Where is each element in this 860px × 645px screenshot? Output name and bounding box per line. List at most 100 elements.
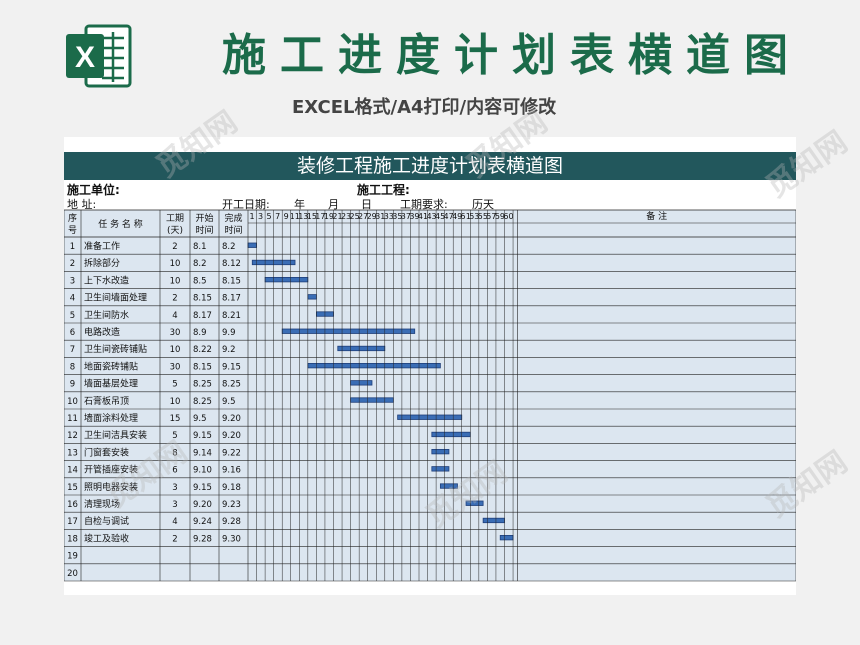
row-start: 8.25 — [193, 397, 212, 407]
gantt-bar — [397, 414, 463, 420]
row-duration: 2 — [172, 534, 177, 544]
row-end: 9.20 — [222, 414, 241, 424]
gantt-bar — [439, 483, 458, 489]
row-duration: 2 — [172, 242, 177, 252]
spreadsheet-preview: 装修工程施工进度计划表横道图 施工单位: 施工工程: 地 址: 开工日期: 年 … — [64, 137, 796, 595]
row-task-name: 门窗套安装 — [84, 446, 129, 458]
row-seq: 13 — [67, 448, 78, 458]
row-seq: 12 — [67, 431, 78, 441]
row-start: 9.10 — [193, 466, 212, 476]
row-duration: 6 — [172, 466, 177, 476]
day-tick-label: 5 — [267, 212, 272, 221]
row-task-name: 电路改造 — [84, 326, 120, 338]
row-start: 8.25 — [193, 380, 212, 390]
gantt-bar — [247, 242, 257, 248]
row-start: 8.1 — [193, 242, 207, 252]
row-task-name: 墙面基层处理 — [84, 378, 138, 390]
gantt-bar — [281, 328, 416, 334]
row-task-name: 准备工作 — [84, 240, 120, 252]
day-tick-label: 9 — [284, 212, 289, 221]
row-start: 9.20 — [193, 500, 212, 510]
row-end: 9.20 — [222, 431, 241, 441]
row-end: 9.28 — [222, 517, 241, 527]
row-start: 8.15 — [193, 294, 212, 304]
day-tick-label: 7 — [275, 212, 280, 221]
row-end: 9.23 — [222, 500, 241, 510]
gantt-bar — [307, 362, 441, 369]
row-duration: 10 — [170, 259, 181, 269]
row-seq: 1 — [70, 242, 75, 252]
col-header-start: 开始 — [195, 212, 213, 224]
gantt-bar — [337, 345, 386, 352]
row-task-name: 上下水改造 — [84, 274, 129, 286]
row-end: 9.22 — [222, 448, 241, 458]
row-duration: 4 — [172, 517, 177, 527]
gantt-bar — [350, 380, 373, 386]
row-duration: 3 — [172, 500, 177, 510]
row-task-name: 卫生间洁具安装 — [84, 429, 147, 441]
row-end: 9.15 — [222, 362, 241, 372]
row-start: 8.15 — [193, 362, 212, 372]
row-task-name: 拆除部分 — [84, 257, 120, 269]
col-header-seq: 序 — [68, 212, 77, 224]
row-start: 8.22 — [193, 345, 212, 355]
row-seq: 3 — [70, 276, 75, 286]
row-end: 8.2 — [222, 242, 236, 252]
row-duration: 2 — [172, 294, 177, 304]
row-end: 8.21 — [222, 311, 241, 321]
excel-logo-icon: X — [64, 22, 134, 90]
row-task-name: 墙面涂料处理 — [84, 412, 138, 424]
row-seq: 18 — [67, 534, 78, 544]
row-start: 8.9 — [193, 328, 207, 338]
col-header-task: 任 务 名 称 — [98, 218, 143, 230]
row-duration: 10 — [170, 397, 181, 407]
row-seq: 15 — [67, 483, 78, 493]
col-header-start: 时间 — [195, 224, 213, 236]
day-tick-label: 1 — [249, 212, 254, 221]
row-task-name: 卫生间墙面处理 — [84, 292, 147, 304]
row-seq: 5 — [70, 311, 75, 321]
row-seq: 10 — [67, 397, 78, 407]
row-task-name: 地面瓷砖铺贴 — [84, 360, 138, 372]
row-task-name: 石膏板吊顶 — [84, 395, 129, 407]
row-seq: 20 — [67, 569, 78, 579]
row-seq: 17 — [67, 517, 78, 527]
row-duration: 4 — [172, 311, 177, 321]
row-start: 9.28 — [193, 534, 212, 544]
page-title: 施工进度计划表横道图 — [222, 30, 802, 81]
gantt-table: 序号任 务 名 称工期(天)开始时间完成时间1 3 5 7 9 1113151719212… — [64, 209, 796, 582]
row-seq: 16 — [67, 500, 78, 510]
col-header-duration: (天) — [167, 226, 183, 236]
row-end: 9.5 — [222, 397, 236, 407]
row-start: 8.5 — [193, 276, 207, 286]
row-task-name: 自检与调试 — [84, 515, 129, 527]
row-duration: 3 — [172, 483, 177, 493]
gantt-bar — [482, 517, 505, 524]
row-duration: 5 — [172, 431, 177, 441]
gantt-bar — [431, 448, 450, 455]
row-seq: 14 — [67, 466, 78, 476]
row-start: 8.2 — [193, 259, 207, 269]
row-end: 9.9 — [222, 328, 236, 338]
row-task-name: 竣工及验收 — [84, 532, 129, 544]
gantt-bar — [431, 466, 450, 472]
row-end: 8.12 — [222, 259, 241, 269]
row-seq: 11 — [67, 414, 78, 424]
day-tick-label: 60 — [503, 212, 513, 221]
row-duration: 10 — [170, 345, 181, 355]
row-seq: 4 — [70, 294, 75, 304]
row-start: 9.5 — [193, 414, 207, 424]
row-seq: 8 — [70, 362, 75, 372]
row-end: 9.2 — [222, 345, 236, 355]
col-header-end: 完成 — [224, 212, 242, 224]
row-end: 8.17 — [222, 294, 241, 304]
row-end: 8.15 — [222, 276, 241, 286]
row-seq: 19 — [67, 552, 78, 562]
col-header-end: 时间 — [224, 224, 242, 236]
row-end: 9.16 — [222, 466, 241, 476]
row-end: 9.18 — [222, 483, 241, 493]
page-subtitle: EXCEL格式/A4打印/内容可修改 — [292, 97, 557, 118]
row-duration: 10 — [170, 276, 181, 286]
row-start: 9.24 — [193, 517, 212, 527]
row-task-name: 照明电器安装 — [84, 481, 138, 493]
